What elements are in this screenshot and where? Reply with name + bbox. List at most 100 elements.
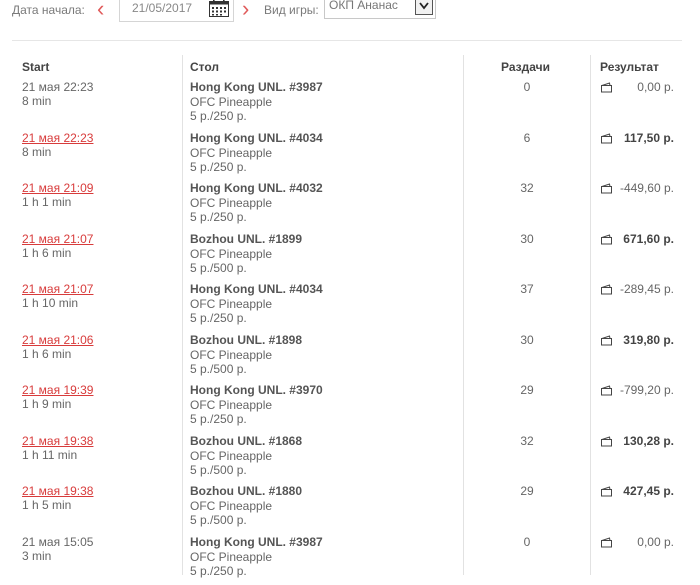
stakes: 5 р./250 р.: [190, 210, 247, 224]
date-label: Дата начала:: [12, 3, 85, 17]
duration: 8 min: [22, 145, 51, 159]
date-input[interactable]: [120, 0, 220, 21]
stakes: 5 р./250 р.: [190, 564, 247, 578]
start-time-link[interactable]: 21 мая 21:07: [22, 282, 93, 296]
game-type: OFC Pineapple: [190, 398, 272, 412]
result-amount: 319,80 р.: [623, 333, 674, 347]
table-name: Hong Kong UNL. #4034: [190, 131, 323, 145]
duration: 1 h 11 min: [22, 448, 77, 462]
result-amount: 130,28 р.: [623, 434, 674, 448]
wallet-icon: [600, 234, 613, 245]
stakes: 5 р./500 р.: [190, 513, 247, 527]
table-row: 21 мая 19:38 1 h 5 min Bozhou UNL. #1880…: [0, 484, 700, 535]
result-amount: 0,00 р.: [637, 80, 674, 94]
start-time: 21 мая 15:05: [22, 535, 93, 549]
game-type: OFC Pineapple: [190, 348, 272, 362]
game-type: OFC Pineapple: [190, 247, 272, 261]
start-time-link[interactable]: 21 мая 21:09: [22, 181, 93, 195]
calendar-icon[interactable]: [209, 0, 229, 17]
result-amount: 671,60 р.: [623, 232, 674, 246]
result-amount: -289,45 р.: [620, 282, 674, 296]
chevron-right-icon[interactable]: ›: [242, 0, 249, 20]
stakes: 5 р./500 р.: [190, 362, 247, 376]
table-row: 21 мая 22:23 8 min Hong Kong UNL. #3987 …: [0, 80, 700, 131]
start-time-link[interactable]: 21 мая 19:38: [22, 484, 93, 498]
stakes: 5 р./500 р.: [190, 463, 247, 477]
table-name: Bozhou UNL. #1880: [190, 484, 302, 498]
filter-bar: Дата начала: ‹ › Вид игры: ОКП Ананас: [0, 0, 700, 24]
column-header-table[interactable]: Стол: [190, 60, 219, 74]
game-type-select[interactable]: ОКП Ананас: [324, 0, 436, 19]
table-row: 21 мая 21:07 1 h 10 min Hong Kong UNL. #…: [0, 282, 700, 333]
column-header-start[interactable]: Start: [22, 60, 49, 74]
table-row: 21 мая 21:06 1 h 6 min Bozhou UNL. #1898…: [0, 333, 700, 384]
game-type: OFC Pineapple: [190, 146, 272, 160]
table-name: Bozhou UNL. #1868: [190, 434, 302, 448]
stakes: 5 р./250 р.: [190, 412, 247, 426]
wallet-icon: [600, 335, 613, 346]
table-row: 21 мая 21:07 1 h 6 min Bozhou UNL. #1899…: [0, 232, 700, 283]
result-amount: 0,00 р.: [637, 535, 674, 549]
column-header-hands[interactable]: Раздачи: [501, 60, 550, 74]
result-amount: -799,20 р.: [620, 383, 674, 397]
table-name: Hong Kong UNL. #4034: [190, 282, 323, 296]
table-name: Hong Kong UNL. #3970: [190, 383, 323, 397]
start-time-link[interactable]: 21 мая 19:39: [22, 383, 93, 397]
chevron-left-icon[interactable]: ‹: [97, 0, 104, 20]
game-type-label: Вид игры:: [264, 3, 319, 17]
table-row: 21 мая 19:39 1 h 9 min Hong Kong UNL. #3…: [0, 383, 700, 434]
wallet-icon: [600, 133, 613, 144]
wallet-icon: [600, 486, 613, 497]
result-amount: 117,50 р.: [624, 131, 674, 145]
start-time: 21 мая 22:23: [22, 80, 93, 94]
stakes: 5 р./500 р.: [190, 261, 247, 275]
hands-count: 37: [507, 282, 547, 296]
history-table-body: 21 мая 22:23 8 min Hong Kong UNL. #3987 …: [0, 80, 700, 585]
start-time-link[interactable]: 21 мая 22:23: [22, 131, 93, 145]
table-name: Hong Kong UNL. #3987: [190, 80, 323, 94]
duration: 3 min: [22, 549, 51, 563]
table-row: 21 мая 21:09 1 h 1 min Hong Kong UNL. #4…: [0, 181, 700, 232]
game-type: OFC Pineapple: [190, 550, 272, 564]
duration: 1 h 10 min: [22, 296, 78, 310]
column-header-result[interactable]: Результат: [600, 60, 659, 74]
game-type: OFC Pineapple: [190, 499, 272, 513]
wallet-icon: [600, 284, 613, 295]
duration: 1 h 6 min: [22, 246, 71, 260]
wallet-icon: [600, 436, 613, 447]
stakes: 5 р./250 р.: [190, 109, 247, 123]
chevron-down-icon[interactable]: [415, 0, 433, 15]
start-time-link[interactable]: 21 мая 21:06: [22, 333, 93, 347]
wallet-icon: [600, 82, 613, 93]
duration: 1 h 1 min: [22, 195, 71, 209]
game-type: OFC Pineapple: [190, 196, 272, 210]
hands-count: 32: [507, 181, 547, 195]
hands-count: 0: [507, 535, 547, 549]
game-type-value: ОКП Ананас: [329, 0, 398, 12]
hands-count: 29: [507, 383, 547, 397]
game-type: OFC Pineapple: [190, 95, 272, 109]
result-amount: -449,60 р.: [620, 181, 674, 195]
table-name: Hong Kong UNL. #3987: [190, 535, 323, 549]
table-name: Bozhou UNL. #1898: [190, 333, 302, 347]
duration: 1 h 5 min: [22, 498, 71, 512]
hands-count: 0: [507, 80, 547, 94]
wallet-icon: [600, 537, 613, 548]
wallet-icon: [600, 183, 613, 194]
start-time-link[interactable]: 21 мая 19:38: [22, 434, 93, 448]
start-time-link[interactable]: 21 мая 21:07: [22, 232, 93, 246]
hands-count: 32: [507, 434, 547, 448]
hands-count: 30: [507, 232, 547, 246]
date-field[interactable]: [119, 0, 234, 22]
stakes: 5 р./250 р.: [190, 160, 247, 174]
game-type: OFC Pineapple: [190, 449, 272, 463]
duration: 1 h 6 min: [22, 347, 71, 361]
table-row: 21 мая 15:05 3 min Hong Kong UNL. #3987 …: [0, 535, 700, 585]
table-row: 21 мая 22:23 8 min Hong Kong UNL. #4034 …: [0, 131, 700, 182]
duration: 8 min: [22, 94, 51, 108]
game-type: OFC Pineapple: [190, 297, 272, 311]
table-name: Hong Kong UNL. #4032: [190, 181, 323, 195]
hands-count: 30: [507, 333, 547, 347]
table-name: Bozhou UNL. #1899: [190, 232, 302, 246]
header-divider: [12, 40, 682, 41]
